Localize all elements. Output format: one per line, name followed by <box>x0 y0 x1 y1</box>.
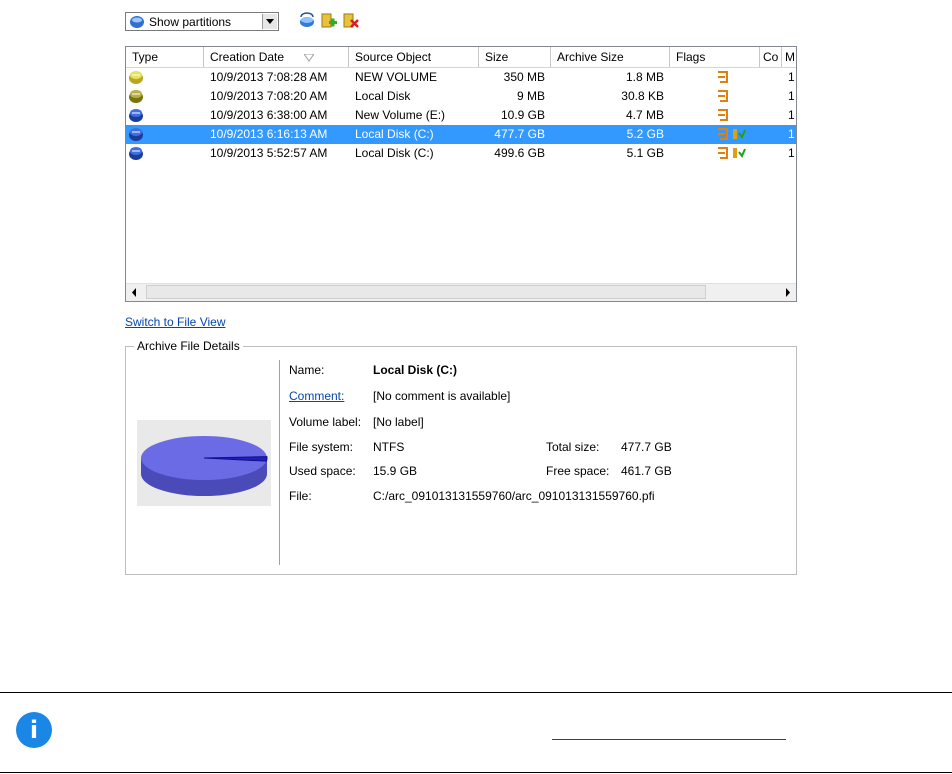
column-header-source-object[interactable]: Source Object <box>349 47 479 67</box>
source-object-cell: New Volume (E:) <box>355 108 446 122</box>
note-bottom-rule <box>0 772 952 773</box>
horizontal-scrollbar[interactable] <box>126 283 796 301</box>
m-cell: 1 <box>788 108 795 122</box>
delete-archive-icon[interactable] <box>342 12 360 30</box>
source-object-cell: Local Disk (C:) <box>355 127 434 141</box>
arrow-left-icon <box>132 288 136 297</box>
list-header: Type Creation Date Source Object Size Ar… <box>126 47 796 68</box>
column-header-m[interactable]: M <box>782 47 796 67</box>
archive-size-cell: 5.1 GB <box>626 146 664 160</box>
column-header-size[interactable]: Size <box>479 47 551 67</box>
arrow-right-icon <box>786 288 790 297</box>
creation-date-cell: 10/9/2013 6:16:13 AM <box>210 127 328 141</box>
partitions-icon <box>130 16 144 28</box>
comment-value: [No comment is available] <box>373 389 511 403</box>
flags-cell <box>716 125 756 144</box>
column-header-type[interactable]: Type <box>126 47 204 67</box>
size-cell: 350 MB <box>503 70 545 84</box>
table-row[interactable]: 10/9/2013 7:08:20 AM Local Disk 9 MB 30.8 K… <box>126 87 796 106</box>
volume-label-label: Volume label: <box>289 415 362 429</box>
flags-cell <box>716 68 756 87</box>
flags-cell <box>716 106 756 125</box>
m-cell: 1 <box>788 127 795 141</box>
name-label: Name: <box>289 363 325 377</box>
flag-icon <box>718 128 728 140</box>
creation-date-cell: 10/9/2013 6:38:00 AM <box>210 108 328 122</box>
partition-blue-icon <box>129 128 143 141</box>
file-label: File: <box>289 489 312 503</box>
note-top-rule <box>0 692 952 693</box>
size-cell: 477.7 GB <box>494 127 545 141</box>
file-system-label: File system: <box>289 440 354 454</box>
add-archive-icon[interactable] <box>320 12 338 30</box>
name-value: Local Disk (C:) <box>373 363 458 377</box>
sort-descending-icon <box>304 54 314 62</box>
column-header-creation-date[interactable]: Creation Date <box>204 47 349 67</box>
bootable-icon <box>733 129 746 139</box>
size-cell: 9 MB <box>516 89 545 103</box>
flags-cell <box>716 87 756 106</box>
disk-usage-chart <box>137 420 271 506</box>
column-header-archive-size[interactable]: Archive Size <box>551 47 670 67</box>
chevron-down-icon[interactable] <box>262 14 277 29</box>
flags-cell <box>716 144 756 163</box>
m-cell: 1 <box>788 146 795 160</box>
column-header-label: Creation Date <box>210 50 285 64</box>
file-system-value: NTFS <box>373 440 405 454</box>
table-row[interactable]: 10/9/2013 6:38:00 AM New Volume (E:) 10.9 … <box>126 106 796 125</box>
archive-file-details-legend: Archive File Details <box>134 339 243 353</box>
note-link-underline[interactable] <box>552 739 786 740</box>
switch-to-file-view-link[interactable]: Switch to File View <box>125 315 225 329</box>
archive-list[interactable]: Type Creation Date Source Object Size Ar… <box>125 46 797 302</box>
partition-yellow-icon <box>129 71 143 84</box>
table-row[interactable]: 10/9/2013 7:08:28 AM NEW VOLUME 350 MB 1.8 … <box>126 68 796 87</box>
file-path-value: C:/arc_091013131559760/arc_0910131315597… <box>373 489 655 503</box>
free-space-value: 461.7 GB <box>621 464 672 478</box>
creation-date-cell: 10/9/2013 5:52:57 AM <box>210 146 328 160</box>
creation-date-cell: 10/9/2013 7:08:20 AM <box>210 89 328 103</box>
partition-olive-icon <box>129 90 143 103</box>
m-cell: 1 <box>788 70 795 84</box>
source-object-cell: Local Disk (C:) <box>355 146 434 160</box>
total-size-label: Total size: <box>546 440 600 454</box>
scroll-left-button[interactable] <box>126 284 143 301</box>
flag-icon <box>718 147 728 159</box>
view-select-value: Show partitions <box>149 15 232 29</box>
column-header-flags[interactable]: Flags <box>670 47 760 67</box>
bootable-icon <box>733 148 746 158</box>
source-object-cell: Local Disk <box>355 89 411 103</box>
flag-icon <box>718 90 728 102</box>
volume-label-value: [No label] <box>373 415 424 429</box>
size-cell: 499.6 GB <box>494 146 545 160</box>
m-cell: 1 <box>788 89 795 103</box>
comment-link[interactable]: Comment: <box>289 389 344 403</box>
partition-blue-icon <box>129 147 143 160</box>
flag-icon <box>718 109 728 121</box>
size-cell: 10.9 GB <box>500 108 545 122</box>
source-object-cell: NEW VOLUME <box>355 70 438 84</box>
archive-size-cell: 30.8 KB <box>621 89 664 103</box>
details-separator <box>279 360 280 565</box>
total-size-value: 477.7 GB <box>621 440 672 454</box>
archive-size-cell: 4.7 MB <box>625 108 664 122</box>
archive-size-cell: 5.2 GB <box>626 127 664 141</box>
table-row[interactable]: 10/9/2013 5:52:57 AM Local Disk (C:) 499.6… <box>126 144 796 163</box>
scroll-right-button[interactable] <box>779 284 796 301</box>
info-icon: i <box>16 712 52 748</box>
table-row[interactable]: 10/9/2013 6:16:13 AM Local Disk (C:) 477.7… <box>126 125 796 144</box>
column-header-comment[interactable]: Co <box>760 47 782 67</box>
view-select[interactable]: Show partitions <box>125 12 279 31</box>
refresh-icon[interactable] <box>298 12 316 30</box>
archive-size-cell: 1.8 MB <box>625 70 664 84</box>
flag-icon <box>718 71 728 83</box>
free-space-label: Free space: <box>546 464 610 478</box>
creation-date-cell: 10/9/2013 7:08:28 AM <box>210 70 328 84</box>
partition-blue-icon <box>129 109 143 122</box>
used-space-label: Used space: <box>289 464 356 478</box>
scrollbar-thumb[interactable] <box>146 285 706 299</box>
used-space-value: 15.9 GB <box>373 464 418 478</box>
